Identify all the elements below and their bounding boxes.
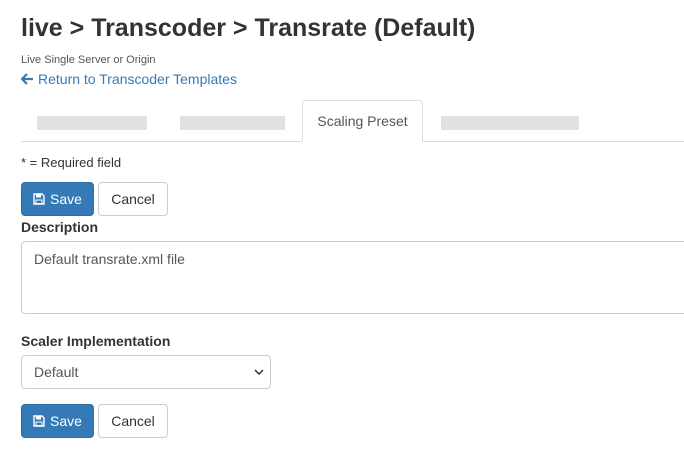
save-button-top[interactable]: Save	[21, 182, 94, 216]
page-title: live > Transcoder > Transrate (Default)	[21, 14, 476, 42]
floppy-disk-icon	[33, 193, 45, 205]
return-link-label: Return to Transcoder Templates	[38, 71, 237, 87]
tab-bar: Scaling Preset	[21, 100, 684, 142]
save-button-label: Save	[50, 191, 82, 207]
save-button-label: Save	[50, 413, 82, 429]
description-label: Description	[21, 219, 99, 235]
scaler-selected-value: Default	[34, 364, 79, 380]
tab-redacted-1[interactable]	[37, 116, 147, 130]
return-to-templates-link[interactable]: Return to Transcoder Templates	[21, 71, 237, 87]
tab-scaling-preset[interactable]: Scaling Preset	[302, 100, 423, 142]
arrow-left-icon	[21, 73, 33, 85]
cancel-button-bottom[interactable]: Cancel	[98, 404, 168, 438]
scaler-implementation-label: Scaler Implementation	[21, 333, 171, 349]
floppy-disk-icon	[33, 415, 45, 427]
save-button-bottom[interactable]: Save	[21, 404, 94, 438]
scaler-implementation-select[interactable]: Default	[21, 355, 271, 389]
page-subtitle: Live Single Server or Origin	[21, 54, 156, 66]
required-field-note: * = Required field	[21, 155, 122, 170]
description-field[interactable]: Default transrate.xml file	[21, 241, 684, 314]
tab-redacted-2[interactable]	[180, 116, 285, 130]
chevron-down-icon	[254, 369, 264, 376]
cancel-button-top[interactable]: Cancel	[98, 182, 168, 216]
tab-redacted-3[interactable]	[441, 116, 579, 130]
